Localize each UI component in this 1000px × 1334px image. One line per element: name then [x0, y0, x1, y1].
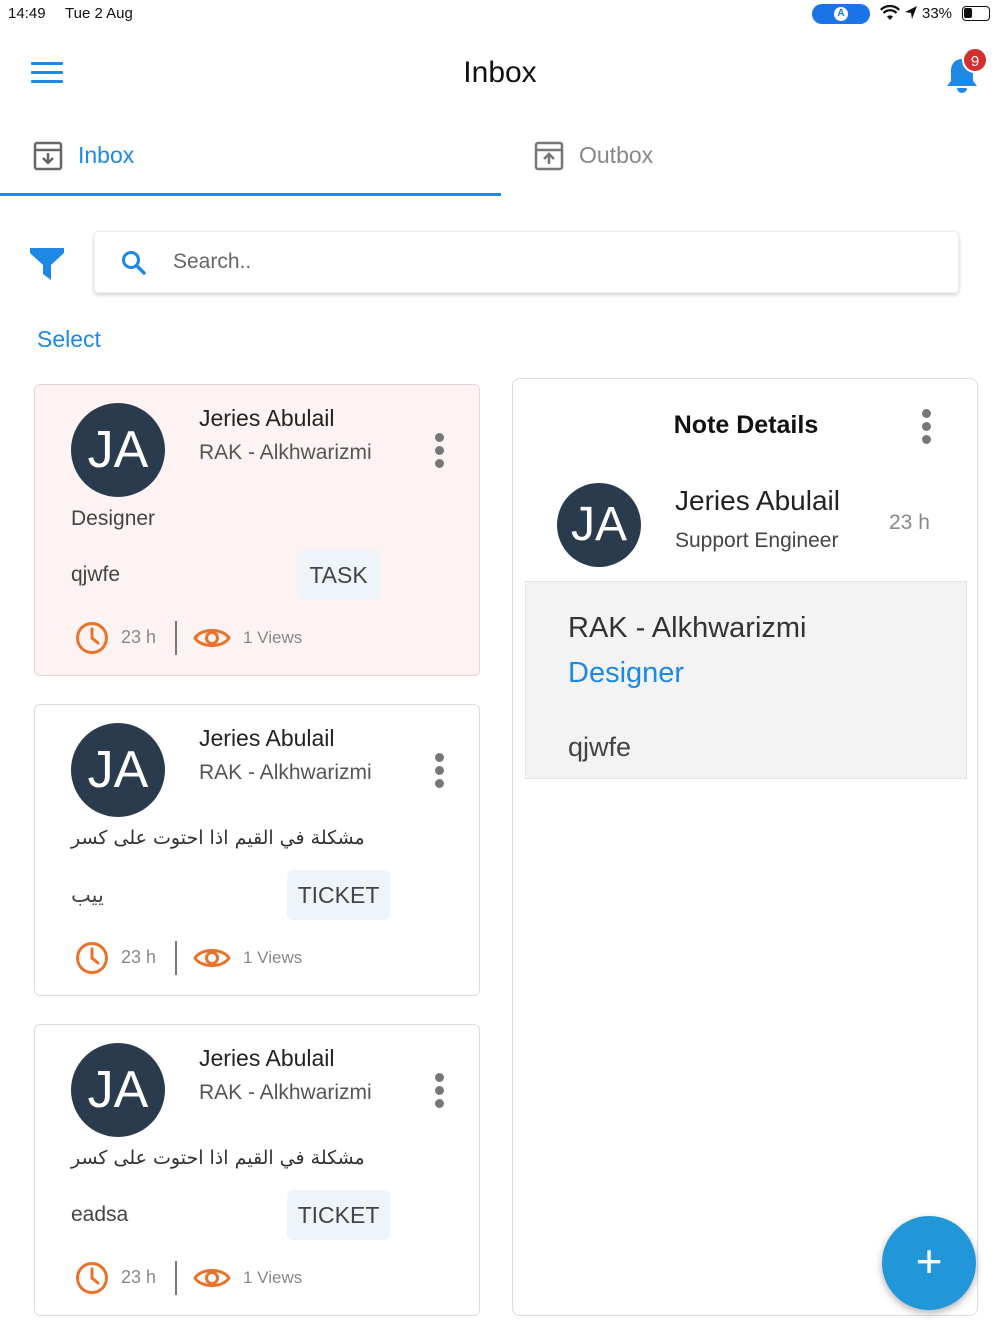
detail-time: 23 h: [889, 511, 930, 534]
eye-icon: [193, 623, 231, 653]
item-time: 23 h: [121, 627, 157, 647]
item-subtitle: Designer: [71, 507, 156, 530]
clock-icon: [75, 621, 109, 655]
detail-role: Designer: [568, 657, 685, 689]
avatar: JA: [71, 1043, 165, 1137]
type-badge: TICKET: [287, 1190, 390, 1240]
sender-org: RAK - Alkhwarizmi: [199, 761, 372, 784]
sender-name: Jeries Abulail: [199, 725, 335, 751]
search-icon: [121, 250, 147, 276]
item-time: 23 h: [121, 947, 157, 967]
more-vert-icon[interactable]: [921, 409, 933, 449]
status-date: Tue 2 Aug: [65, 5, 133, 22]
tab-bar: Inbox Outbox: [0, 122, 1000, 196]
more-vert-icon[interactable]: [434, 433, 446, 469]
wifi-icon: [880, 4, 900, 25]
plus-icon: +: [915, 1235, 943, 1287]
detail-content: RAK - Alkhwarizmi Designer qjwfe: [525, 581, 967, 779]
item-views: 1 Views: [243, 628, 303, 647]
avatar: JA: [71, 403, 165, 497]
item-subtitle: مشكلة في القيم اذا احتوت على كسر: [71, 1147, 365, 1169]
status-bar: 14:49 Tue 2 Aug A 33%: [0, 0, 1000, 28]
add-button[interactable]: +: [882, 1216, 976, 1310]
avatar: JA: [71, 723, 165, 817]
notifications-button[interactable]: 9: [944, 47, 988, 95]
item-body: qjwfe: [71, 563, 121, 586]
inbox-tray-icon: [32, 140, 64, 172]
item-views: 1 Views: [243, 948, 303, 967]
list-item[interactable]: JA Jeries Abulail RAK - Alkhwarizmi مشكل…: [34, 704, 480, 996]
page-title: Inbox: [463, 56, 537, 89]
filter-icon[interactable]: [29, 246, 65, 282]
type-badge: TICKET: [287, 870, 390, 920]
tab-inbox[interactable]: Inbox: [0, 122, 501, 196]
tab-outbox-label: Outbox: [579, 142, 654, 168]
outbox-tray-icon: [533, 140, 565, 172]
detail-sender-name: Jeries Abulail: [675, 485, 840, 516]
note-details-panel: Note Details JA Jeries Abulail Support E…: [512, 378, 978, 1316]
divider: [175, 621, 177, 655]
divider: [175, 1261, 177, 1295]
eye-icon: [193, 943, 231, 973]
detail-body: qjwfe: [568, 732, 632, 762]
item-time: 23 h: [121, 1267, 157, 1287]
item-body: eadsa: [71, 1203, 129, 1226]
battery-percent: 33%: [922, 5, 953, 22]
sender-name: Jeries Abulail: [199, 405, 335, 431]
list-item[interactable]: JA Jeries Abulail RAK - Alkhwarizmi Desi…: [34, 384, 480, 676]
clock-icon: [75, 941, 109, 975]
avatar: JA: [557, 483, 641, 567]
detail-title: Note Details: [673, 411, 819, 439]
type-badge: TASK: [297, 550, 380, 600]
detail-sender-position: Support Engineer: [675, 529, 839, 552]
more-vert-icon[interactable]: [434, 1073, 446, 1109]
select-button[interactable]: Select: [37, 326, 101, 353]
item-views: 1 Views: [243, 1268, 303, 1287]
tab-inbox-label: Inbox: [78, 142, 135, 168]
search-input[interactable]: [173, 242, 933, 282]
divider: [175, 941, 177, 975]
location-arrow-icon: [904, 5, 918, 25]
list-item[interactable]: JA Jeries Abulail RAK - Alkhwarizmi مشكل…: [34, 1024, 480, 1316]
sender-name: Jeries Abulail: [199, 1045, 335, 1071]
item-body: ييب: [71, 884, 104, 907]
search-bar: [94, 231, 959, 293]
detail-org: RAK - Alkhwarizmi: [568, 612, 807, 644]
battery-icon: [962, 6, 990, 21]
clock-icon: [75, 1261, 109, 1295]
app-header: Inbox 9: [0, 40, 1000, 110]
status-time: 14:49: [8, 5, 46, 22]
navigation-pill-icon: A: [812, 4, 870, 24]
sender-org: RAK - Alkhwarizmi: [199, 441, 372, 464]
sender-org: RAK - Alkhwarizmi: [199, 1081, 372, 1104]
tab-outbox[interactable]: Outbox: [501, 122, 1000, 196]
item-subtitle: مشكلة في القيم اذا احتوت على كسر: [71, 827, 365, 849]
notification-badge: 9: [962, 47, 988, 73]
more-vert-icon[interactable]: [434, 753, 446, 789]
tab-active-indicator: [0, 193, 501, 196]
eye-icon: [193, 1263, 231, 1293]
